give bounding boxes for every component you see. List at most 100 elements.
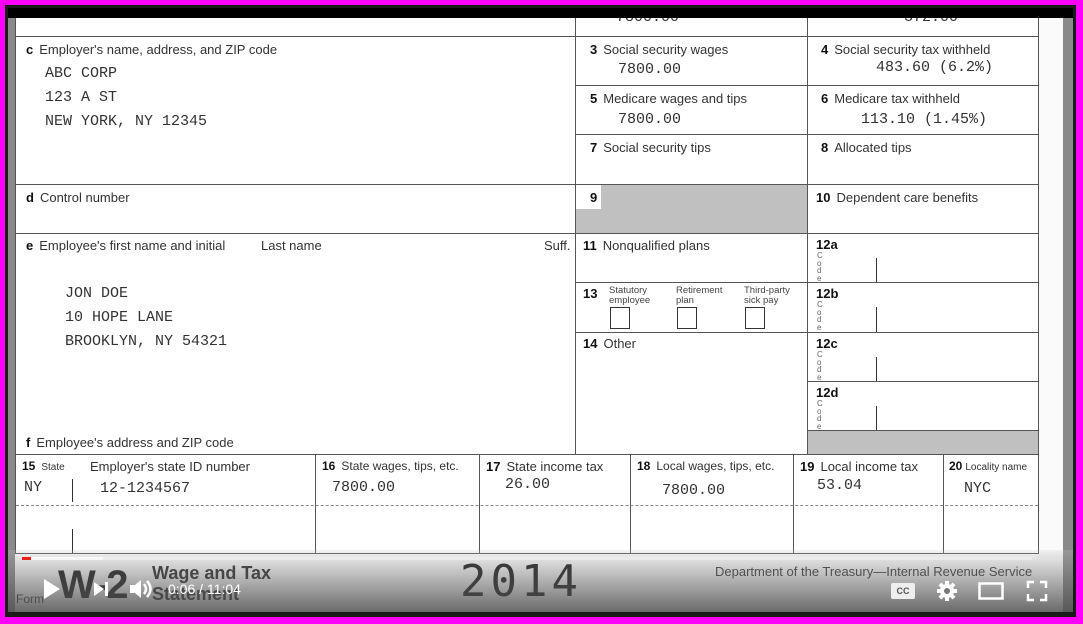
box-10: 10 Dependent care benefits [807, 184, 1039, 234]
box-18-label: Local wages, tips, etc. [656, 459, 775, 473]
box-10-label: Dependent care benefits [836, 190, 979, 205]
right-margin [1037, 18, 1063, 558]
code-divider [876, 258, 877, 283]
video-player[interactable]: 7800.00 372.00 c Employer's name, address… [8, 8, 1073, 612]
box-5-label: Medicare wages and tips [603, 91, 748, 106]
box-12d-num: 12d [816, 385, 839, 400]
box-e-letter: e [26, 238, 34, 253]
box-e-employee: e Employee's first name and initial Last … [15, 233, 576, 455]
box-11: 11 Nonqualified plans [575, 233, 808, 283]
box-f-label: Employee's address and ZIP code [36, 435, 234, 450]
box-20-num: 20 [949, 459, 963, 473]
box-2-cut: 372.00 [807, 18, 1039, 37]
left-border [8, 18, 15, 612]
box-5-value: 7800.00 [618, 111, 682, 128]
state-row-divider [16, 505, 1038, 506]
box-3-num: 3 [590, 42, 598, 57]
statutory-employee-label: Statutory employee [609, 285, 651, 306]
play-icon[interactable] [42, 578, 62, 600]
box-8-label: Allocated tips [834, 140, 912, 155]
employer-city: NEW YORK, NY 12345 [45, 113, 208, 130]
box-d-control-number: d Control number [15, 184, 576, 234]
box-7-label: Social security tips [603, 140, 711, 155]
box-10-num: 10 [816, 190, 831, 205]
box-1-value: 7800.00 [616, 18, 679, 26]
code-label: Code [817, 251, 823, 283]
box-16-value: 7800.00 [332, 479, 396, 496]
box-11-num: 11 [583, 238, 597, 253]
form-top-left [15, 18, 576, 37]
box-4-value: 483.60 (6.2%) [876, 59, 994, 76]
settings-icon[interactable] [936, 580, 958, 602]
box-19-label: Local income tax [820, 459, 919, 474]
retirement-plan-checkbox[interactable] [677, 307, 697, 329]
suffix-label: Suff. [544, 238, 571, 253]
box-15-label: State [41, 462, 65, 473]
box-15-num: 15 [22, 459, 36, 473]
statutory-employee-checkbox[interactable] [610, 307, 630, 329]
box-14: 14 Other [575, 332, 808, 455]
box-16: 16 State wages, tips, etc. 7800.00 [315, 454, 480, 554]
box-18-value: 7800.00 [662, 482, 726, 499]
box-20-label: Locality name [965, 462, 1028, 473]
box-6-value: 113.10 (1.45%) [861, 111, 988, 128]
retirement-plan-label: Retirement plan [676, 285, 723, 306]
box-13-num: 13 [583, 286, 598, 301]
volume-icon[interactable] [128, 577, 156, 601]
box-18: 18 Local wages, tips, etc. 7800.00 [630, 454, 794, 554]
box-3-label: Social security wages [603, 42, 729, 57]
box-6-label: Medicare tax withheld [834, 91, 960, 106]
code-divider [876, 406, 877, 431]
code-divider [876, 307, 877, 333]
box-12a: 12a Code [807, 233, 1039, 283]
box-4-label: Social security tax withheld [834, 42, 991, 57]
box-f-letter: f [26, 435, 31, 450]
box-c-label: Employer's name, address, and ZIP code [39, 42, 278, 57]
time-display: 0:06 / 11:04 [168, 581, 241, 597]
fullscreen-icon[interactable] [1026, 580, 1048, 602]
box-17-value: 26.00 [505, 476, 551, 493]
box-13: 13 Statutory employee Retirement plan Thir… [575, 282, 808, 333]
employer-name: ABC CORP [45, 65, 118, 82]
progress-bar[interactable] [22, 557, 1032, 560]
next-icon[interactable] [92, 580, 110, 598]
box-15: 15 State Employer's state ID number NY 12… [15, 454, 316, 554]
box-12a-num: 12a [816, 237, 838, 252]
box-4: 4 Social security tax withheld 483.60 (6.… [807, 36, 1039, 86]
box-4-num: 4 [821, 42, 829, 57]
box-5-num: 5 [590, 91, 598, 106]
box-19-value: 53.04 [817, 477, 863, 494]
third-party-sick-pay-checkbox[interactable] [745, 307, 765, 329]
box-6-num: 6 [821, 91, 829, 106]
played-bar [22, 557, 32, 560]
box-12c-num: 12c [816, 336, 838, 351]
video-frame: 7800.00 372.00 c Employer's name, address… [5, 5, 1076, 617]
box-16-label: State wages, tips, etc. [341, 459, 459, 473]
box-11-label: Nonqualified plans [602, 238, 710, 253]
box-e-label: Employee's first name and initial [39, 238, 226, 253]
code-divider [876, 357, 877, 382]
box-17-label: State income tax [506, 459, 604, 474]
box-9-num: 9 [590, 190, 598, 205]
box-3: 3 Social security wages 7800.00 [575, 36, 808, 86]
box-14-num: 14 [583, 336, 598, 351]
cc-icon[interactable]: CC [891, 583, 915, 599]
state-value: NY [24, 479, 43, 496]
box-12d: 12d Code [807, 381, 1039, 431]
theater-icon[interactable] [978, 582, 1004, 600]
third-party-sick-pay-label: Third-party sick pay [744, 285, 790, 306]
box-20-value: NYC [964, 480, 992, 497]
state-id-value: 12-1234567 [100, 480, 191, 497]
state-divider [72, 479, 73, 502]
employee-name: JON DOE [65, 285, 129, 302]
code-label: Code [817, 300, 823, 332]
box-d-label: Control number [39, 190, 130, 205]
box-f-label-wrap: f Employee's address and ZIP code [26, 435, 234, 450]
box-2-value: 372.00 [904, 18, 958, 26]
box-19: 19 Local income tax 53.04 [793, 454, 944, 554]
box-18-num: 18 [637, 459, 651, 473]
top-bar [8, 8, 1073, 18]
box-1-cut: 7800.00 [575, 18, 808, 37]
code-label: Code [817, 399, 823, 431]
state-id-label: Employer's state ID number [90, 459, 250, 474]
